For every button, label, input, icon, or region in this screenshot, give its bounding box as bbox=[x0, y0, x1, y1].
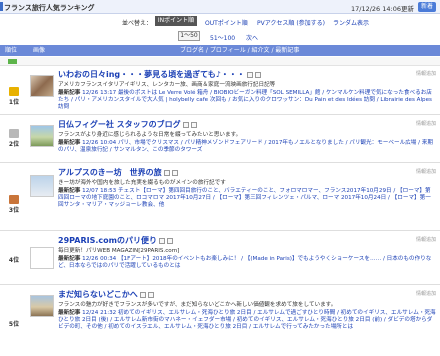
sort-out-points[interactable]: OUTポイント順 bbox=[205, 18, 248, 27]
blog-description: アメリカフランスイタリアイギリス、レンタカー旅、画商＆家庭一流映画旅行記日記等 bbox=[58, 82, 276, 88]
blog-description: 毎日更新！パリWEB MAGAZIN[29PARIS.com] bbox=[58, 248, 180, 254]
blog-title-link[interactable]: いわおの日々ing・・・夢見る頃を過ぎても♪・・・ bbox=[58, 70, 245, 79]
rank-number: 5位 bbox=[8, 321, 20, 328]
status-text: 情報追加 bbox=[415, 237, 436, 243]
updated-date: 17/12/26 14:06更新 bbox=[351, 5, 414, 13]
page-title: フランス旅行人気ランキング bbox=[4, 4, 95, 12]
status-text: 情報追加 bbox=[415, 291, 436, 297]
status-text: 情報追加 bbox=[415, 71, 436, 77]
latest-posts[interactable]: 12/24 21:32 初めてのイギリス、エルサレム・死海ひとり旅 2日目 / … bbox=[58, 310, 436, 330]
page-next-link[interactable]: 次へ bbox=[246, 33, 258, 42]
pager: 1〜50 51〜100 次へ bbox=[0, 30, 440, 42]
latest-label: 最新記事 bbox=[58, 188, 81, 194]
rank-cell: 3位 bbox=[0, 165, 28, 230]
latest-label: 最新記事 bbox=[58, 310, 81, 316]
blog-thumbnail[interactable] bbox=[30, 247, 54, 269]
rank-cell: 1位 bbox=[0, 67, 28, 114]
latest-posts[interactable]: 12/26 13:17 最後のポストは Le Verre Volé 箱舟 / B… bbox=[58, 90, 432, 110]
blog-icon bbox=[163, 169, 170, 176]
blog-thumbnail[interactable] bbox=[30, 75, 54, 97]
col-image: 画像 bbox=[33, 47, 46, 54]
page-current: 1〜50 bbox=[178, 31, 200, 41]
latest-label: 最新記事 bbox=[58, 140, 81, 146]
profile-icon[interactable] bbox=[147, 291, 154, 298]
sort-random[interactable]: ランダム表示 bbox=[333, 18, 369, 27]
blog-icon bbox=[158, 237, 165, 244]
site-icon bbox=[0, 2, 3, 11]
blog-icon bbox=[139, 291, 146, 298]
col-blog: ブログ名 / プロフィール / 紹介文 / 最新記事 bbox=[180, 47, 300, 54]
blog-description: フランスの魅力が好きでフランスが多いですが、まだ知らないどこかへ新しい価値観を求… bbox=[58, 302, 337, 308]
list-item: 4位 29PARIS.comのパリ便り 毎日更新！パリWEB MAGAZIN[2… bbox=[0, 233, 440, 285]
blog-thumbnail[interactable] bbox=[30, 125, 54, 147]
table-header: 順位 画像 ブログ名 / プロフィール / 紹介文 / 最新記事 bbox=[0, 45, 440, 56]
profile-icon[interactable] bbox=[254, 71, 261, 78]
blog-icon bbox=[246, 71, 253, 78]
sort-in-points[interactable]: INポイント順 bbox=[155, 16, 197, 26]
latest-posts[interactable]: 12/07 18:53 チェスト【ローマ】第四回目旅行のこと、バラエティーのこと… bbox=[58, 188, 431, 208]
list-item: 5位 まだ知らないどこかへ フランスの魅力が好きでフランスが多いですが、まだ知ら… bbox=[0, 287, 440, 356]
rank-cell: 4位 bbox=[0, 233, 28, 284]
latest-label: 最新記事 bbox=[58, 90, 81, 96]
profile-icon[interactable] bbox=[166, 237, 173, 244]
rank-cell: 2位 bbox=[0, 117, 28, 162]
blog-thumbnail[interactable] bbox=[30, 295, 54, 317]
rank-number: 2位 bbox=[8, 141, 20, 148]
blog-title-link[interactable]: 29PARIS.comのパリ便り bbox=[58, 236, 157, 245]
sort-pv-access[interactable]: PVアクセス順 (参加する) bbox=[257, 18, 325, 27]
list-item: 2位 日仏フィグー社 スタッフのブログ フランスがより身近に感じられるような日常… bbox=[0, 117, 440, 163]
col-rank: 順位 bbox=[5, 47, 18, 54]
profile-icon[interactable] bbox=[171, 169, 178, 176]
rank-number: 4位 bbox=[8, 257, 20, 264]
latest-posts[interactable]: 12/26 10:04 パリ、市場でクリスマス / パリ精神メゾンドフェアリード… bbox=[58, 140, 433, 153]
blog-icon bbox=[182, 121, 189, 128]
gold-medal-icon bbox=[9, 87, 19, 96]
rank-number: 1位 bbox=[8, 99, 20, 106]
status-text: 情報追加 bbox=[415, 121, 436, 127]
category-tag-icon bbox=[8, 59, 17, 64]
list-item: 1位 いわおの日々ing・・・夢見る頃を過ぎても♪・・・ アメリカフランスイタリ… bbox=[0, 67, 440, 115]
latest-posts[interactable]: 12/26 00:34 【1Fアート】2018年のイベントもお楽しみに！ / 【… bbox=[58, 256, 431, 269]
blog-thumbnail[interactable] bbox=[30, 175, 54, 197]
sort-bar: 並べ替え： INポイント順 OUTポイント順 PVアクセス順 (参加する) ラン… bbox=[0, 14, 440, 28]
top-bar: フランス旅行人気ランキング 17/12/26 14:06更新 新着 bbox=[0, 0, 440, 14]
latest-label: 最新記事 bbox=[58, 256, 81, 262]
silver-medal-icon bbox=[9, 129, 19, 138]
rank-cell: 5位 bbox=[0, 287, 28, 356]
sort-label: 並べ替え： bbox=[122, 20, 153, 27]
blog-description: フランスがより身近に感じられるような日常を綴ってみたいと思います。 bbox=[58, 132, 242, 138]
list-item: 3位 アルプスのきー坊 世界の旅 きー坊が海外や国内を旅した充実を綴るものがメイ… bbox=[0, 165, 440, 231]
blog-description: きー坊が海外や国内を旅した充実を綴るものがメインの旅行記です bbox=[58, 180, 226, 186]
blog-title-link[interactable]: アルプスのきー坊 世界の旅 bbox=[58, 168, 162, 177]
new-badge-button[interactable]: 新着 bbox=[418, 2, 436, 12]
bronze-medal-icon bbox=[9, 195, 19, 204]
rank-number: 3位 bbox=[8, 207, 20, 214]
blog-title-link[interactable]: 日仏フィグー社 スタッフのブログ bbox=[58, 120, 181, 129]
profile-icon[interactable] bbox=[190, 121, 197, 128]
status-text: 情報追加 bbox=[415, 169, 436, 175]
page-next-range[interactable]: 51〜100 bbox=[210, 33, 235, 42]
blog-title-link[interactable]: まだ知らないどこかへ bbox=[58, 290, 138, 299]
sub-row bbox=[0, 57, 440, 66]
